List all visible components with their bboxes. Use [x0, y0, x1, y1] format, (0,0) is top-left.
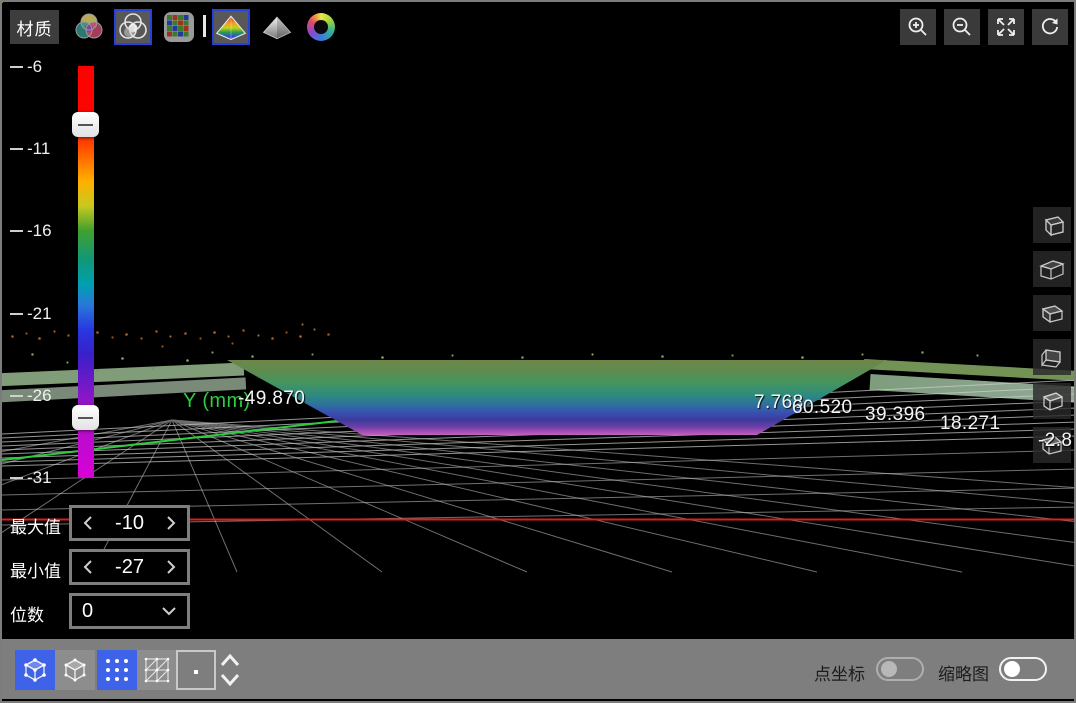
- white-venn-button[interactable]: [114, 9, 152, 45]
- color-scale-tick: -31: [10, 467, 52, 489]
- material-button[interactable]: 材质: [10, 10, 59, 44]
- color-wheel-icon: [307, 13, 335, 41]
- view-cube-icon: [1038, 212, 1066, 238]
- gray-surface-pyramid-icon: [260, 11, 294, 43]
- chevron-down-icon: [161, 605, 177, 617]
- app-window: Y (mm) -49.870 7.768 60.520 39.396 18.27…: [0, 0, 1076, 703]
- view-cube-button-2[interactable]: [1033, 251, 1071, 287]
- x-axis-tick: 39.396: [865, 404, 926, 426]
- point-size-decrease-button[interactable]: [217, 670, 243, 690]
- zoom-out-button[interactable]: [944, 9, 980, 45]
- top-toolbar: 材质: [2, 2, 1074, 52]
- gray-surface-button[interactable]: [258, 9, 296, 45]
- decrement-button[interactable]: [82, 558, 94, 576]
- thumbnail-toggle[interactable]: [999, 657, 1047, 681]
- color-scale-upper-handle[interactable]: [72, 112, 99, 137]
- white-venn-icon: [116, 11, 150, 43]
- toggle-knob: [1004, 661, 1020, 677]
- bottom-toolbar: 点坐标 缩略图: [2, 639, 1074, 699]
- toolbar-separator: [203, 15, 206, 37]
- digits-label: 位数: [10, 601, 66, 626]
- min-value-stepper: -27: [69, 549, 190, 585]
- point-coordinates-toggle[interactable]: [876, 657, 924, 681]
- x-axis-tick: 60.520: [792, 397, 853, 419]
- depth-colormap-pyramid-icon: [214, 11, 248, 43]
- toggle-knob: [881, 661, 897, 677]
- color-scale-tick: -16: [10, 220, 52, 242]
- color-scale-tick: -21: [10, 303, 52, 325]
- view-cube-icon: [1038, 256, 1066, 282]
- depth-colormap-button[interactable]: [212, 9, 250, 45]
- max-value-label: 最大值: [10, 513, 66, 538]
- thumbnail-label: 缩略图: [938, 660, 989, 685]
- x-axis-tick: 18.271: [940, 413, 1001, 435]
- zoom-out-icon: [950, 15, 974, 39]
- color-wheel-button[interactable]: [302, 9, 340, 45]
- color-scale-tick: -11: [10, 138, 50, 160]
- point-size-dot: [194, 670, 198, 674]
- rgb-venn-button[interactable]: [70, 9, 108, 45]
- zoom-in-icon: [906, 15, 930, 39]
- fullscreen-button[interactable]: [988, 9, 1024, 45]
- view-cube-icon: [1038, 300, 1066, 326]
- zoom-in-button[interactable]: [900, 9, 936, 45]
- point-size-preview: [176, 650, 216, 690]
- point-coordinates-label: 点坐标: [814, 660, 865, 685]
- mesh-grid-icon: [144, 657, 170, 683]
- color-scale-tick: -26: [10, 385, 52, 407]
- increment-button[interactable]: [165, 558, 177, 576]
- x-axis-tick: -2.8: [1038, 430, 1072, 452]
- view-cube-button-5[interactable]: [1033, 383, 1071, 419]
- point-cloud-cube-icon: [20, 655, 50, 685]
- digits-dropdown[interactable]: 0: [69, 593, 190, 629]
- rgb-venn-icon: [71, 10, 107, 44]
- view-cube-icon: [1038, 388, 1066, 414]
- color-scale-lower-handle[interactable]: [72, 405, 99, 430]
- bayer-pattern-button[interactable]: [160, 9, 198, 45]
- max-value[interactable]: -10: [115, 512, 144, 535]
- dots-display-button[interactable]: [97, 650, 137, 690]
- wireframe-view-button[interactable]: [55, 650, 95, 690]
- digits-value: 0: [82, 600, 93, 623]
- point-size-increase-button[interactable]: [217, 650, 243, 670]
- wireframe-cube-icon: [60, 655, 90, 685]
- spinner-down-icon: [219, 672, 241, 688]
- refresh-button[interactable]: [1032, 9, 1068, 45]
- bayer-pattern-icon: [163, 11, 195, 43]
- view-cube-icon: [1038, 344, 1066, 370]
- max-value-stepper: -10: [69, 505, 190, 541]
- refresh-icon: [1038, 15, 1062, 39]
- view-cube-button-4[interactable]: [1033, 339, 1071, 375]
- decrement-button[interactable]: [82, 514, 94, 532]
- y-axis-tick: -49.870: [238, 388, 305, 410]
- increment-button[interactable]: [165, 514, 177, 532]
- view-cube-button-1[interactable]: [1033, 207, 1071, 243]
- spinner-up-icon: [219, 652, 241, 668]
- min-value-label: 最小值: [10, 557, 66, 582]
- point-cloud-view-button[interactable]: [15, 650, 55, 690]
- view-cube-button-3[interactable]: [1033, 295, 1071, 331]
- mesh-display-button[interactable]: [137, 650, 177, 690]
- min-value[interactable]: -27: [115, 556, 144, 579]
- dots-grid-icon: [104, 657, 130, 683]
- color-scale-tick: -6: [10, 56, 42, 78]
- fullscreen-icon: [994, 15, 1018, 39]
